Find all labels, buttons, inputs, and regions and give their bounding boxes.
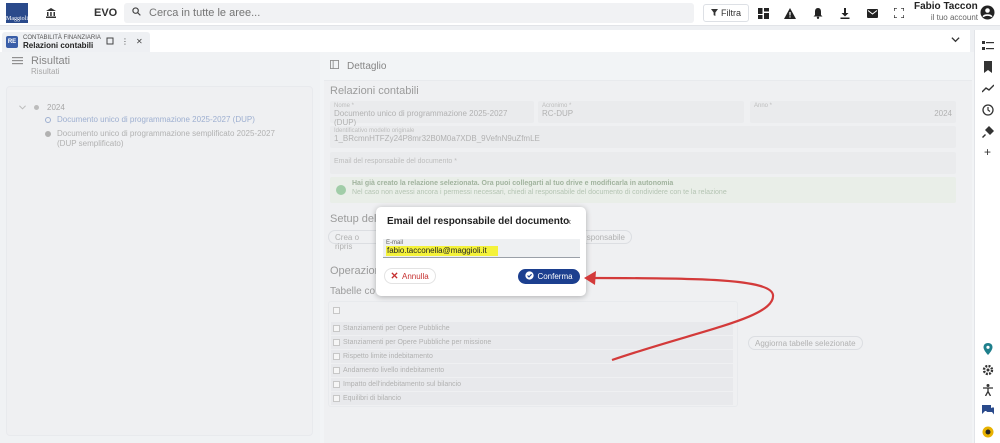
email-field[interactable]: E-mail fabio.tacconella@maggioli.it (383, 239, 580, 258)
chat-icon[interactable] (981, 404, 994, 417)
settings-gear-icon[interactable] (981, 363, 994, 376)
tab-more-icon[interactable]: ⋮ (121, 37, 129, 47)
chevron-down-icon[interactable] (951, 35, 961, 45)
accessibility-icon[interactable] (981, 383, 994, 396)
user-role: il tuo account (930, 13, 978, 22)
cancel-label: Annulla (402, 271, 429, 281)
mail-icon[interactable] (864, 5, 880, 21)
list-view-icon[interactable] (981, 39, 994, 52)
warning-icon[interactable] (782, 5, 798, 21)
confirm-label: Conferma (537, 272, 573, 281)
download-icon[interactable] (837, 5, 853, 21)
email-input[interactable]: fabio.tacconella@maggioli.it (386, 246, 498, 256)
location-pin-icon[interactable] (981, 342, 994, 355)
history-icon[interactable] (981, 103, 994, 116)
logo-text: Maggioli (6, 15, 28, 22)
plug-icon[interactable] (981, 125, 994, 138)
user-name: Fabio Tacconelli (914, 1, 978, 12)
search-icon (132, 7, 141, 19)
tab-bar: RE CONTABILITÀ FINANZIARIA Relazioni con… (0, 30, 970, 52)
add-icon[interactable]: + (981, 145, 994, 159)
maggioli-logo[interactable]: Maggioli (6, 2, 28, 23)
trend-icon[interactable] (981, 82, 994, 95)
modal-title: Email del responsabile del documento (387, 216, 570, 227)
right-rail: + (974, 30, 1000, 443)
fullscreen-icon[interactable] (891, 5, 907, 21)
global-search[interactable] (124, 3, 694, 23)
bookmark-icon[interactable] (981, 60, 994, 73)
tab-badge: RE (6, 36, 18, 48)
dashboard-icon[interactable] (755, 5, 771, 21)
filter-button[interactable]: Filtra (703, 4, 749, 22)
tab-pin-icon[interactable] (106, 37, 114, 47)
filter-icon (711, 8, 718, 18)
close-x-icon (391, 271, 398, 281)
app-name: EVO (94, 6, 118, 19)
notifications-bell-icon[interactable] (810, 5, 826, 21)
top-bar: Maggioli EVO Filtra Fabio Tacconelli il … (0, 0, 1000, 26)
close-icon[interactable]: × (566, 217, 571, 227)
user-avatar-icon[interactable] (980, 5, 995, 20)
email-modal: Email del responsabile del documento × E… (376, 207, 586, 296)
tab-close-icon[interactable]: ✕ (136, 37, 143, 47)
user-account[interactable]: Fabio Tacconelli il tuo account (914, 1, 978, 25)
tab-title: Relazioni contabili (23, 41, 94, 50)
support-icon[interactable] (981, 425, 994, 438)
cancel-button[interactable]: Annulla (384, 268, 436, 284)
tab-relazioni-contabili[interactable]: RE CONTABILITÀ FINANZIARIA Relazioni con… (2, 32, 150, 52)
confirm-button[interactable]: Conferma (518, 269, 580, 284)
bank-icon[interactable] (44, 6, 58, 20)
search-input[interactable] (149, 7, 649, 19)
check-circle-icon (525, 271, 535, 282)
filter-label: Filtra (721, 8, 741, 18)
